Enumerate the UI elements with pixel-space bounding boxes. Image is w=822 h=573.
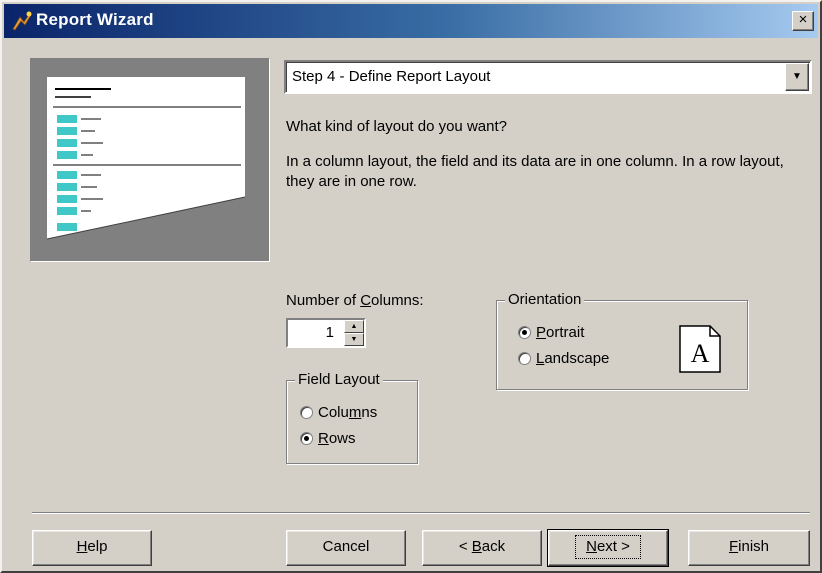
spin-down-button[interactable]: ▼ (344, 333, 364, 346)
help-label-post: elp (87, 538, 108, 555)
back-button[interactable]: < Back (422, 530, 542, 566)
radio-columns-label: Columns (318, 404, 377, 421)
next-button[interactable]: Next > (547, 529, 669, 567)
spin-up-icon: ▲ (350, 323, 358, 330)
field-layout-legend: Field Layout (295, 371, 383, 388)
radio-landscape-button[interactable] (518, 352, 531, 365)
radio-rows-label: Rows (318, 430, 356, 447)
dropdown-arrow-button[interactable]: ▼ (785, 63, 809, 91)
radio-columns-label-post: ns (361, 404, 378, 421)
report-preview-illustration (31, 59, 269, 261)
radio-rows-label-accel: R (318, 430, 329, 447)
radio-rows[interactable]: Rows (300, 430, 356, 447)
orientation-legend: Orientation (505, 291, 585, 308)
chevron-down-icon: ▼ (792, 71, 802, 82)
back-label-post: ack (481, 538, 506, 555)
title-bar[interactable]: Report Wizard × (4, 4, 818, 38)
close-icon: × (798, 11, 808, 28)
close-button[interactable]: × (792, 11, 814, 31)
radio-columns[interactable]: Columns (300, 404, 377, 421)
spin-up-button[interactable]: ▲ (344, 320, 364, 333)
button-separator (32, 512, 810, 514)
radio-portrait-label: Portrait (536, 324, 584, 341)
layout-description: In a column layout, the field and its da… (286, 153, 784, 190)
step-dropdown-value: Step 4 - Define Report Layout (292, 68, 491, 85)
radio-portrait[interactable]: Portrait (518, 324, 584, 341)
wizard-icon (12, 11, 32, 31)
radio-portrait-label-post: ortrait (546, 324, 585, 341)
columns-label-accel: C (360, 292, 372, 309)
help-button[interactable]: Help (32, 530, 152, 566)
radio-portrait-label-accel: P (536, 324, 547, 341)
back-label-accel: B (471, 538, 482, 555)
columns-label-pre: Number of (286, 292, 361, 309)
next-label-accel: N (586, 538, 597, 555)
columns-value: 1 (325, 324, 334, 341)
radio-columns-button[interactable] (300, 406, 313, 419)
columns-label: Number of Columns: (286, 292, 424, 309)
radio-landscape-label: Landscape (536, 350, 609, 367)
radio-rows-button[interactable] (300, 432, 313, 445)
radio-landscape[interactable]: Landscape (518, 350, 609, 367)
layout-preview-image (30, 58, 270, 262)
layout-question: What kind of layout do you want? (286, 118, 507, 135)
portrait-page-letter: A (691, 339, 710, 368)
window-title: Report Wizard (36, 10, 154, 29)
radio-rows-label-post: ows (328, 430, 356, 447)
help-label-accel: H (76, 538, 88, 555)
radio-columns-label-accel: m (348, 404, 362, 421)
finish-button[interactable]: Finish (688, 530, 810, 566)
report-wizard-window: Report Wizard × Step 4 - Define Report L… (0, 0, 822, 573)
cancel-button[interactable]: Cancel (286, 530, 406, 566)
portrait-page-icon: A (678, 324, 722, 374)
field-layout-group: Field Layout (286, 371, 418, 464)
columns-label-post: olumns: (371, 292, 424, 309)
next-focus-rect: Next > (575, 535, 641, 559)
spin-down-icon: ▼ (350, 336, 358, 343)
back-label-pre: < (458, 538, 472, 555)
finish-label-accel: F (728, 538, 739, 555)
columns-spinner[interactable]: 1 ▲ ▼ (286, 318, 366, 348)
finish-label-post: inish (738, 538, 770, 555)
next-label-post: ext > (596, 538, 630, 555)
radio-landscape-label-post: andscape (544, 350, 610, 367)
step-dropdown[interactable]: Step 4 - Define Report Layout ▼ (284, 60, 812, 94)
cancel-label: Cancel (322, 538, 370, 555)
radio-columns-label-pre: Colu (318, 404, 349, 421)
radio-portrait-button[interactable] (518, 326, 531, 339)
